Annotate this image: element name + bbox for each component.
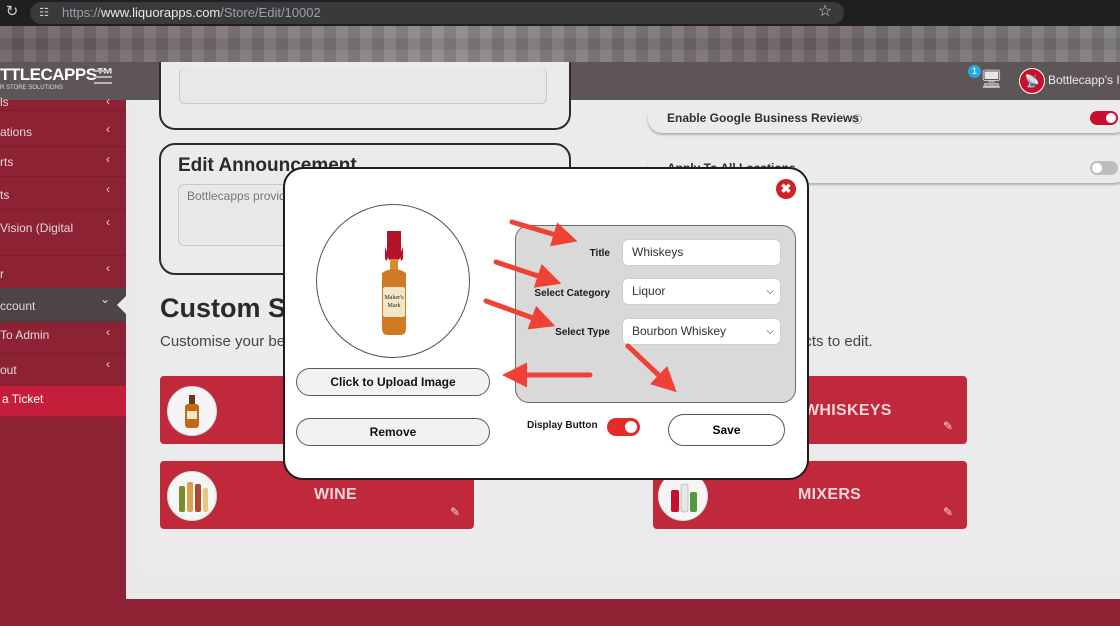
sidebar-item-label: Vision (Digital bbox=[0, 221, 74, 235]
chevron-left-icon: ‹ bbox=[106, 94, 110, 108]
sidebar-item-label: ls bbox=[0, 95, 9, 109]
enable-reviews-label: Enable Google Business Reviews bbox=[667, 111, 860, 125]
user-name[interactable]: Bottlecapp's Irv bbox=[1048, 73, 1120, 87]
url-host: www.liquorapps.com bbox=[101, 5, 221, 20]
chevron-left-icon: ‹ bbox=[106, 152, 110, 166]
sidebar-item-label: ccount bbox=[0, 299, 36, 313]
edit-icon[interactable]: ✎ bbox=[450, 506, 462, 518]
category-select[interactable]: Liquor ⌵ bbox=[622, 278, 781, 305]
image-preview: Maker's Mark bbox=[316, 204, 470, 358]
logo-tagline: R STORE SOLUTIONS bbox=[0, 85, 63, 91]
info-icon[interactable]: ⓘ bbox=[852, 111, 862, 126]
sidebar-item-4[interactable]: Vision (Digital ‹ bbox=[0, 209, 126, 256]
sidebar-item-7[interactable]: To Admin ‹ bbox=[0, 321, 126, 354]
chevron-down-icon: ⌄ bbox=[99, 292, 110, 306]
url-text[interactable]: https://www.liquorapps.com/Store/Edit/10… bbox=[62, 5, 321, 21]
close-icon[interactable]: ✖ bbox=[776, 179, 796, 199]
sidebar-item-2[interactable]: rts ‹ bbox=[0, 146, 126, 177]
category-select-label: Select Category bbox=[534, 288, 610, 299]
custom-heading: Custom Sh bbox=[160, 293, 303, 323]
type-select[interactable]: Bourbon Whiskey ⌵ bbox=[622, 318, 781, 345]
svg-text:Mark: Mark bbox=[388, 303, 401, 309]
chevron-left-icon: ‹ bbox=[106, 325, 110, 339]
chevron-left-icon: ‹ bbox=[106, 261, 110, 275]
sidebar-item-8[interactable]: out ‹ bbox=[0, 353, 126, 387]
sidebar-item-label: rts bbox=[0, 155, 14, 169]
chevron-left-icon: ‹ bbox=[106, 357, 110, 371]
enable-reviews-toggle[interactable] bbox=[1090, 111, 1118, 125]
title-label: Title bbox=[589, 248, 610, 259]
category-thumbnail bbox=[167, 471, 217, 521]
chevron-left-icon: ‹ bbox=[106, 215, 110, 229]
display-button-label: Display Button bbox=[527, 420, 598, 431]
sidebar-item-label: ts bbox=[0, 188, 10, 202]
sidebar-item-3[interactable]: ts ‹ bbox=[0, 176, 126, 210]
category-thumbnail bbox=[167, 386, 217, 436]
url-prefix: https:// bbox=[62, 5, 102, 20]
sidebar-item-5[interactable]: r ‹ bbox=[0, 255, 126, 289]
avatar-icon[interactable]: 📡 bbox=[1019, 68, 1045, 94]
category-select-value: Liquor bbox=[632, 284, 666, 298]
apply-all-toggle[interactable] bbox=[1090, 161, 1118, 175]
notification-icon[interactable]: 🖥 bbox=[980, 68, 1003, 90]
chevron-down-icon: ⌵ bbox=[766, 326, 774, 337]
type-select-value: Bourbon Whiskey bbox=[632, 324, 727, 338]
tune-icon[interactable]: ☷ bbox=[36, 5, 52, 21]
pixelated-tabs-strip bbox=[0, 26, 1120, 62]
sidebar-item-6[interactable]: ccount ⌄ bbox=[0, 288, 126, 322]
chevron-left-icon: ‹ bbox=[106, 122, 110, 136]
category-label: MIXERS bbox=[798, 486, 862, 503]
sidebar-item-label: out bbox=[0, 363, 17, 377]
sidebar-item-1[interactable]: ations ‹ bbox=[0, 116, 126, 147]
url-path: /Store/Edit/10002 bbox=[220, 5, 321, 20]
sidebar-item-label: ations bbox=[0, 125, 33, 139]
chevron-left-icon: ‹ bbox=[106, 182, 110, 196]
category-label: WHISKEYS bbox=[804, 402, 892, 419]
save-button[interactable]: Save bbox=[668, 414, 785, 446]
sidebar-item-label: r bbox=[0, 267, 4, 281]
menu-icon[interactable] bbox=[94, 70, 112, 84]
star-icon[interactable]: ☆ bbox=[816, 3, 834, 21]
remove-button[interactable]: Remove bbox=[296, 418, 490, 446]
edit-icon[interactable]: ✎ bbox=[943, 506, 955, 518]
active-indicator bbox=[117, 296, 126, 314]
svg-text:Maker's: Maker's bbox=[384, 295, 404, 301]
sidebar-item-label: To Admin bbox=[0, 328, 50, 342]
chevron-down-icon: ⌵ bbox=[766, 286, 774, 297]
category-label: WINE bbox=[314, 486, 357, 503]
sidebar-item-label: a Ticket bbox=[2, 392, 44, 406]
bottle-image: Maker's Mark bbox=[382, 231, 406, 335]
sidebar-item-0[interactable]: ls ‹ bbox=[0, 94, 126, 111]
notification-badge: 1 bbox=[968, 65, 981, 78]
type-select-label: Select Type bbox=[555, 327, 610, 338]
logo[interactable]: TTLECAPPS™ R STORE SOLUTIONS bbox=[0, 66, 114, 94]
previous-textarea[interactable] bbox=[179, 68, 547, 104]
footer-band bbox=[0, 599, 1120, 626]
title-input[interactable]: Whiskeys bbox=[622, 239, 781, 266]
custom-subtitle-left: Customise your be bbox=[160, 333, 286, 350]
display-button-toggle[interactable] bbox=[607, 418, 640, 436]
upload-image-button[interactable]: Click to Upload Image bbox=[296, 368, 490, 396]
edit-icon[interactable]: ✎ bbox=[943, 420, 955, 432]
sidebar-item-ticket[interactable]: a Ticket bbox=[0, 386, 126, 417]
reload-icon[interactable]: ↻ bbox=[4, 4, 20, 20]
